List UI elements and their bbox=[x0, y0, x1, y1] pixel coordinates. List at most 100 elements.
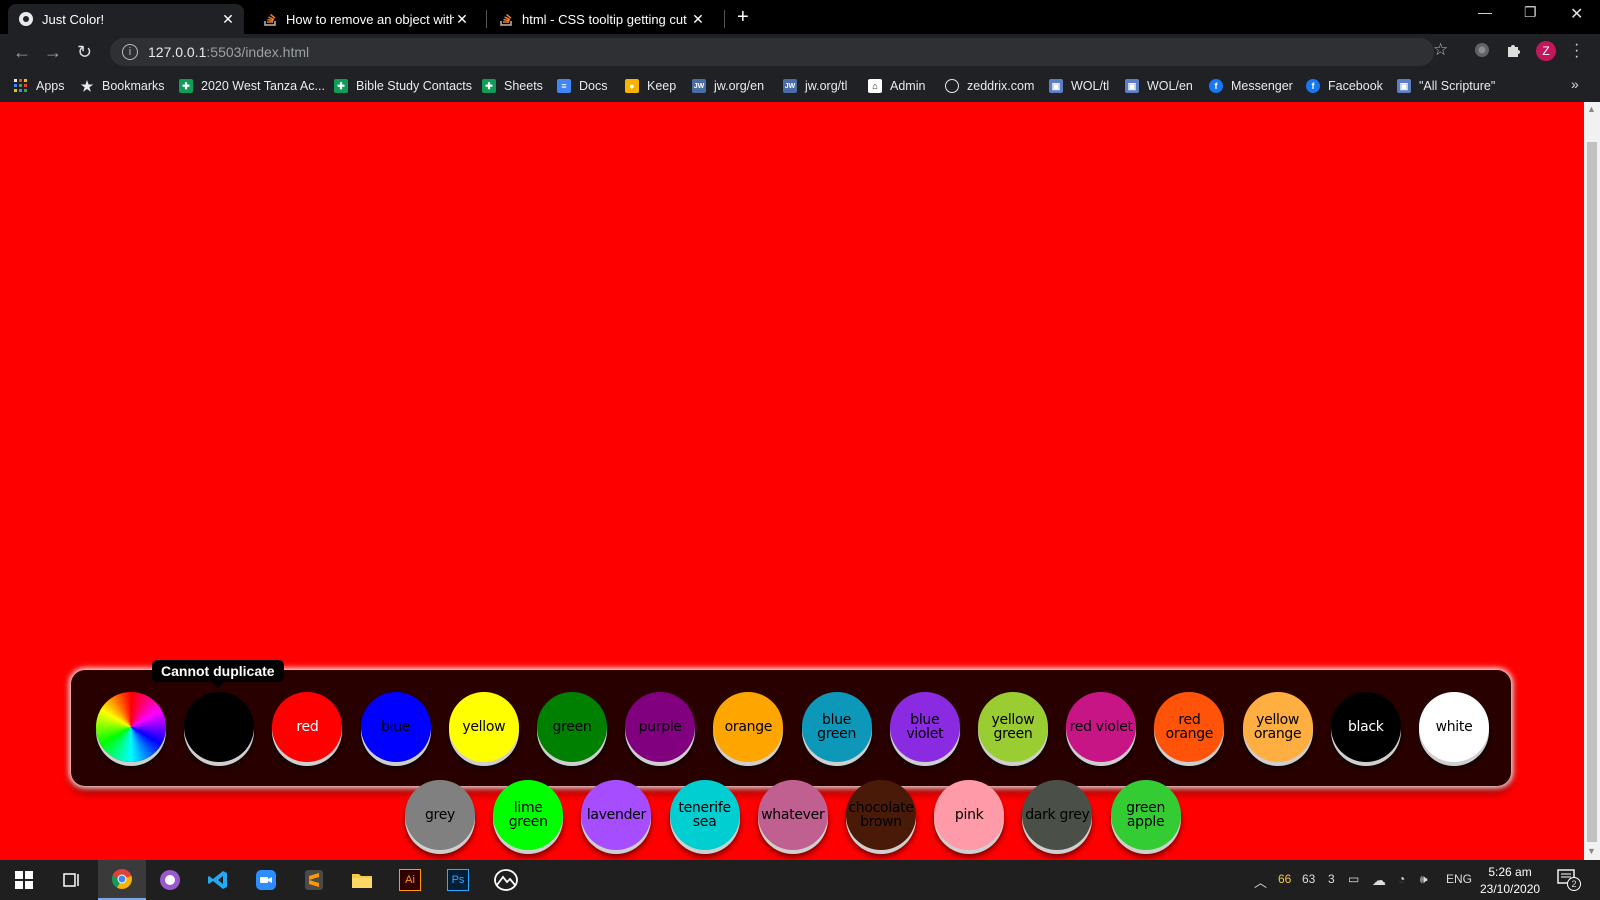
color-swatch-whatever[interactable]: whatever bbox=[757, 780, 828, 850]
bookmark-label: "All Scripture" bbox=[1419, 79, 1496, 93]
color-swatch-lavender[interactable]: lavender bbox=[581, 780, 652, 850]
bookmark-apps[interactable]: Apps bbox=[14, 76, 65, 96]
bookmark-bookmarks[interactable]: ★ Bookmarks bbox=[80, 76, 165, 96]
scrollbar-thumb[interactable] bbox=[1587, 142, 1597, 842]
app-purple-icon[interactable] bbox=[146, 860, 194, 900]
close-icon[interactable]: ✕ bbox=[690, 11, 706, 28]
window-close-icon[interactable]: ✕ bbox=[1570, 4, 1583, 24]
swatch-label: yellow green bbox=[991, 712, 1035, 742]
bookmark-sheets[interactable]: ✚ Sheets bbox=[482, 76, 543, 96]
forward-arrow-icon[interactable]: → bbox=[44, 42, 62, 63]
color-swatch-yellow-orange[interactable]: yellow orange bbox=[1242, 692, 1313, 762]
minimize-icon[interactable]: — bbox=[1478, 4, 1492, 20]
page-scrollbar[interactable]: ▲ ▼ bbox=[1584, 102, 1600, 860]
page-icon bbox=[18, 11, 34, 27]
bookmark-wol-tl[interactable]: ▣ WOL/tl bbox=[1049, 76, 1109, 96]
color-swatch-color-picker[interactable] bbox=[96, 692, 166, 762]
color-swatch-green[interactable]: green bbox=[537, 692, 607, 762]
extension-circle-icon[interactable] bbox=[1474, 42, 1490, 63]
tab-remove-object[interactable]: How to remove an object with a ✕ bbox=[252, 4, 478, 34]
bookmark-bible-study[interactable]: ✚ Bible Study Contacts bbox=[334, 76, 472, 96]
bookmark-west-tanza[interactable]: ✚ 2020 West Tanza Ac... bbox=[179, 76, 325, 96]
color-swatch-blue-violet[interactable]: blue violet bbox=[889, 692, 960, 762]
windows-start-icon[interactable] bbox=[0, 860, 48, 900]
bookmark-all-scripture[interactable]: ▣ "All Scripture" bbox=[1397, 76, 1495, 96]
color-swatch-yellow-green[interactable]: yellow green bbox=[978, 692, 1048, 762]
language-indicator[interactable]: ENG bbox=[1446, 872, 1472, 886]
canvas-area[interactable]: red blue yellow green purple orange blue green… bbox=[0, 102, 1584, 860]
notification-center-icon[interactable]: 2 bbox=[1556, 868, 1581, 891]
wol-icon: ▣ bbox=[1125, 79, 1139, 93]
color-swatch-blue[interactable]: blue bbox=[360, 692, 431, 762]
task-view-icon[interactable] bbox=[48, 860, 96, 900]
color-swatch-red[interactable]: red bbox=[272, 692, 343, 762]
color-swatch-black[interactable]: black bbox=[1330, 692, 1401, 762]
close-icon[interactable]: ✕ bbox=[220, 11, 236, 28]
file-explorer-icon[interactable] bbox=[338, 860, 386, 900]
bookmark-jw-en[interactable]: JW jw.org/en bbox=[692, 76, 764, 96]
tab-just-color[interactable]: Just Color! ✕ bbox=[8, 4, 244, 34]
photoshop-icon[interactable]: Ps bbox=[434, 860, 482, 900]
color-swatch-red-orange[interactable]: red orange bbox=[1154, 692, 1225, 762]
bookmark-label: Messenger bbox=[1231, 79, 1293, 93]
bookmark-messenger[interactable]: f Messenger bbox=[1209, 76, 1293, 96]
browser-toolbar: ← → ↻ i 127.0.0.1:5503/index.html bbox=[0, 34, 1600, 70]
reload-icon[interactable]: ↻ bbox=[77, 42, 92, 63]
info-icon[interactable]: i bbox=[122, 44, 138, 60]
close-icon[interactable]: ✕ bbox=[454, 11, 470, 28]
bookmark-zeddrix[interactable]: zeddrix.com bbox=[945, 76, 1034, 96]
show-hidden-icons-chevron-icon[interactable]: ︿ bbox=[1254, 872, 1267, 891]
extensions-puzzle-icon[interactable] bbox=[1505, 42, 1521, 63]
bookmark-docs[interactable]: ≡ Docs bbox=[557, 76, 607, 96]
bookmark-admin[interactable]: ⌂ Admin bbox=[868, 76, 925, 96]
color-swatch-purple[interactable]: purple bbox=[625, 692, 696, 762]
bookmarks-overflow-chevron-icon[interactable]: » bbox=[1571, 76, 1579, 92]
cloud-icon[interactable]: ☁ bbox=[1372, 872, 1386, 889]
color-swatch-yellow[interactable]: yellow bbox=[448, 692, 519, 762]
color-swatch-pink[interactable]: pink bbox=[934, 780, 1005, 850]
tray-counter[interactable]: 63 bbox=[1302, 872, 1315, 886]
vscode-icon[interactable] bbox=[194, 860, 242, 900]
color-swatch-selected-black[interactable] bbox=[184, 692, 255, 762]
color-swatch-blue-green[interactable]: blue green bbox=[801, 692, 872, 762]
battery-icon[interactable]: ▭ bbox=[1348, 872, 1359, 886]
tab-css-tooltip[interactable]: html - CSS tooltip getting cut off ✕ bbox=[488, 4, 714, 34]
color-swatch-lime-green[interactable]: lime green bbox=[493, 780, 564, 850]
color-swatch-grey[interactable]: grey bbox=[405, 780, 475, 850]
color-swatch-dark-grey[interactable]: dark grey bbox=[1022, 780, 1093, 850]
bookmark-facebook[interactable]: f Facebook bbox=[1306, 76, 1383, 96]
back-arrow-icon[interactable]: ← bbox=[13, 42, 31, 63]
scroll-up-arrow-icon[interactable]: ▲ bbox=[1587, 104, 1596, 114]
illustrator-icon[interactable]: Ai bbox=[386, 860, 434, 900]
admin-house-icon: ⌂ bbox=[868, 79, 882, 93]
bookmark-star-icon[interactable]: ☆ bbox=[1433, 40, 1448, 60]
tab-divider bbox=[724, 10, 725, 28]
wifi-icon[interactable]: ◔ bbox=[1398, 872, 1405, 886]
system-clock[interactable]: 5:26 am 23/10/2020 bbox=[1480, 864, 1540, 898]
mountain-app-icon[interactable] bbox=[482, 860, 530, 900]
volume-icon[interactable]: 🕪 bbox=[1420, 872, 1428, 887]
color-swatch-orange[interactable]: orange bbox=[713, 692, 784, 762]
tray-counter[interactable]: 66 bbox=[1278, 872, 1291, 886]
bookmark-wol-en[interactable]: ▣ WOL/en bbox=[1125, 76, 1193, 96]
color-swatch-green-apple[interactable]: green apple bbox=[1110, 780, 1181, 850]
restore-icon[interactable]: ❐ bbox=[1524, 4, 1537, 21]
zoom-icon[interactable] bbox=[242, 860, 290, 900]
swatch-label: red bbox=[296, 719, 319, 735]
color-swatch-tenerife-sea[interactable]: tenerife sea bbox=[669, 780, 740, 850]
address-bar[interactable]: i 127.0.0.1:5503/index.html bbox=[110, 38, 1434, 66]
bookmark-keep[interactable]: ● Keep bbox=[625, 76, 676, 96]
keep-bulb-icon: ● bbox=[625, 79, 639, 93]
color-swatch-white[interactable]: white bbox=[1419, 692, 1489, 762]
sublime-icon[interactable] bbox=[290, 860, 338, 900]
profile-avatar[interactable]: Z bbox=[1536, 41, 1556, 61]
tab-title: Just Color! bbox=[42, 11, 105, 27]
menu-kebab-icon[interactable]: · · · bbox=[1574, 37, 1579, 65]
scroll-down-arrow-icon[interactable]: ▼ bbox=[1587, 846, 1596, 856]
color-swatch-chocolate-brown[interactable]: chocolate brown bbox=[846, 780, 916, 850]
new-tab-plus-icon[interactable]: + bbox=[737, 6, 749, 29]
chrome-icon[interactable] bbox=[98, 860, 146, 900]
tray-counter[interactable]: 3 bbox=[1328, 872, 1335, 886]
bookmark-jw-tl[interactable]: JW jw.org/tl bbox=[783, 76, 847, 96]
color-swatch-red-violet[interactable]: red violet bbox=[1066, 692, 1137, 762]
